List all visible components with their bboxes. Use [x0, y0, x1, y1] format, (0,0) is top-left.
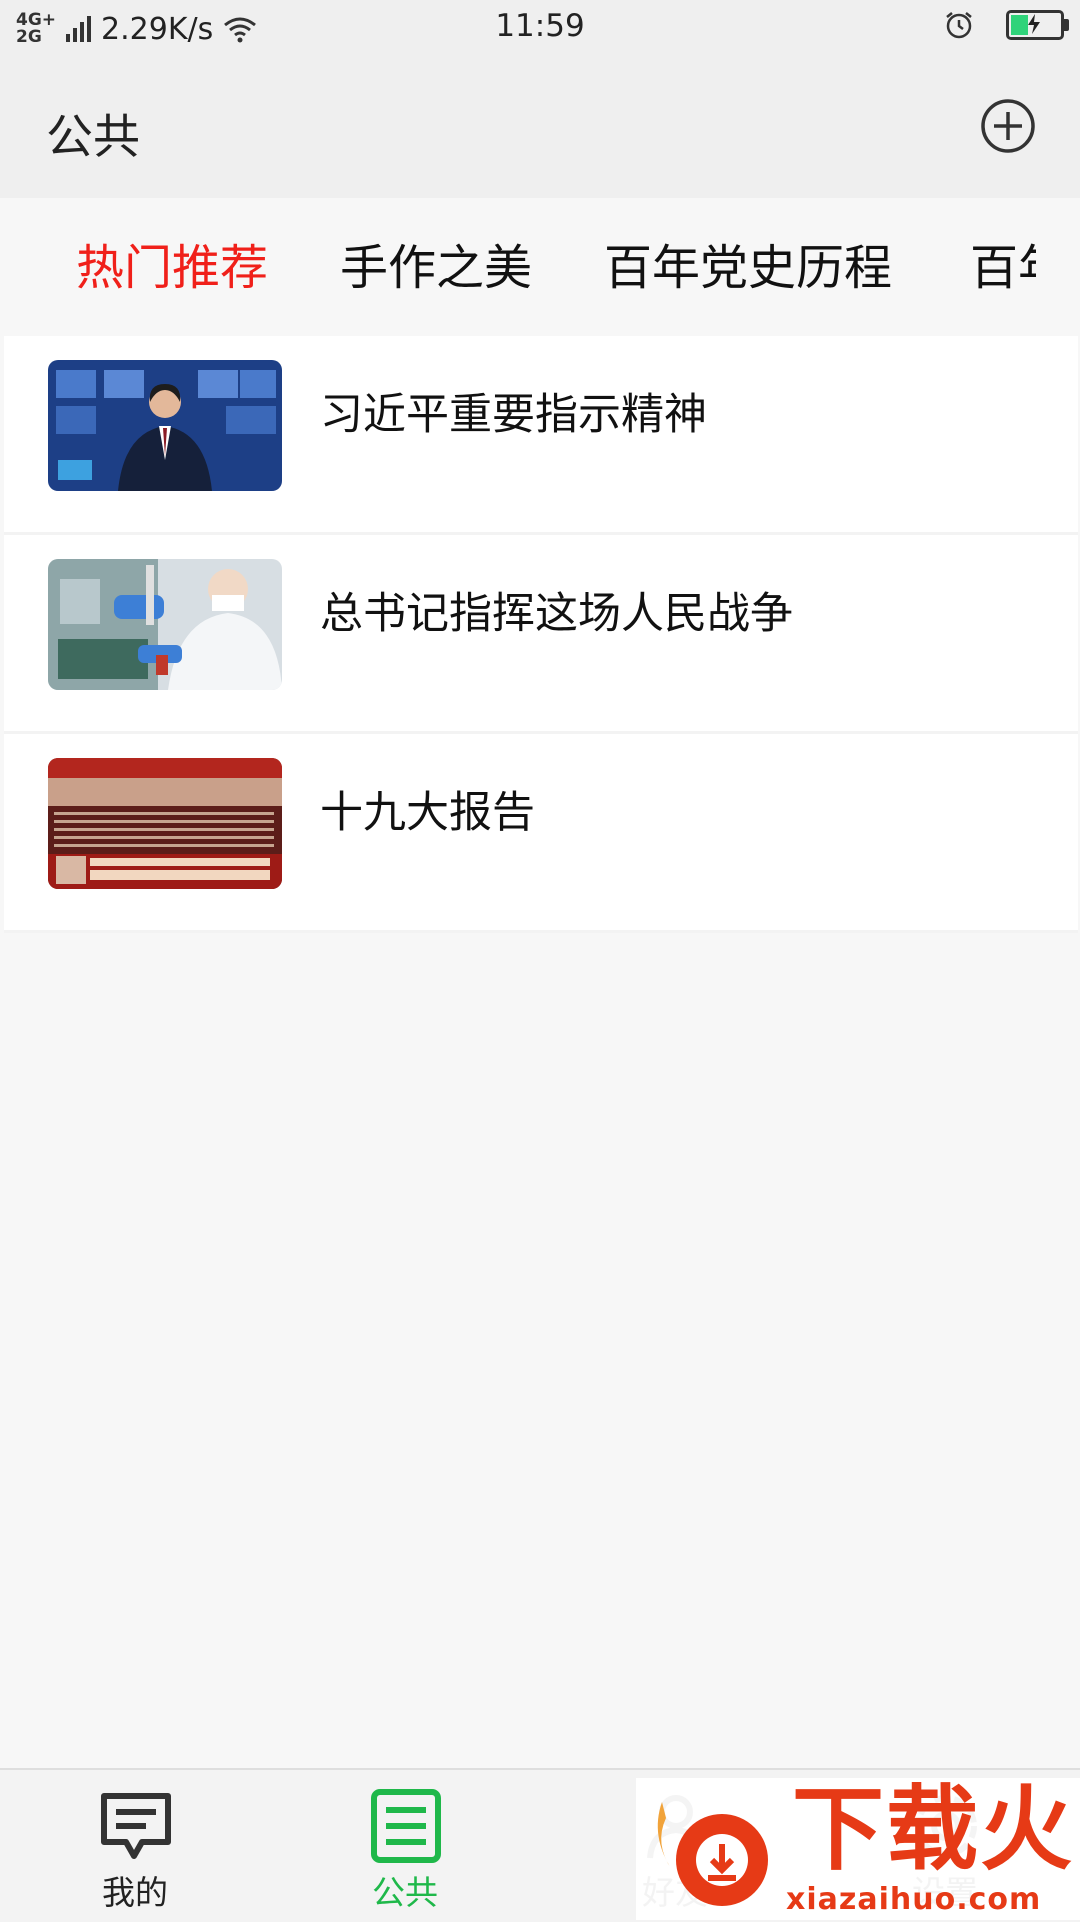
item-title: 总书记指挥这场人民战争 — [320, 589, 793, 639]
nav-item-public[interactable]: 公共 — [270, 1770, 540, 1922]
status-time: 11:59 — [495, 8, 585, 44]
status-right — [944, 10, 1069, 40]
watermark-url: xiazaihuo.com — [786, 1882, 1042, 1917]
nav-label: 我的 — [102, 1873, 168, 1912]
item-title: 十九大报告 — [320, 788, 535, 838]
watermark-logo: 下载火 xiazaihuo.com — [636, 1778, 1080, 1920]
alarm-icon — [946, 12, 972, 39]
thumbnail-image — [48, 559, 282, 690]
thumbnail-image — [48, 360, 282, 491]
list-item[interactable]: 十九大报告 — [4, 734, 1078, 933]
battery-icon — [1006, 10, 1069, 40]
watermark-main-text: 下载火 — [792, 1778, 1075, 1883]
content-list: 习近平重要指示精神 总书记指挥这场人民战争 十九大报告 — [4, 336, 1078, 933]
tab-party-history[interactable]: 百年党史历程 — [604, 228, 892, 298]
item-title: 习近平重要指示精神 — [320, 390, 707, 440]
page-title: 公共 — [46, 110, 140, 165]
list-icon — [371, 1789, 441, 1863]
category-tabs: 热门推荐 手作之美 百年党史历程 百年 — [0, 198, 1036, 336]
chat-icon — [101, 1793, 171, 1859]
list-item[interactable]: 习近平重要指示精神 — [4, 336, 1078, 535]
app-header: 公共 — [0, 58, 1080, 198]
charging-icon — [1028, 14, 1040, 34]
download-logo-icon — [657, 1802, 768, 1906]
nav-item-mine[interactable]: 我的 — [0, 1770, 270, 1922]
status-bar: 4G+ 2G 2.29K/s 11:59 — [0, 0, 1080, 58]
tab-handcraft[interactable]: 手作之美 — [340, 228, 532, 298]
list-item[interactable]: 总书记指挥这场人民战争 — [4, 535, 1078, 734]
tab-partial[interactable]: 百年 — [970, 228, 1036, 298]
nav-label: 公共 — [372, 1873, 438, 1912]
thumbnail-image — [48, 758, 282, 889]
add-button[interactable] — [980, 98, 1036, 154]
tab-hot-recommend[interactable]: 热门推荐 — [76, 228, 268, 298]
